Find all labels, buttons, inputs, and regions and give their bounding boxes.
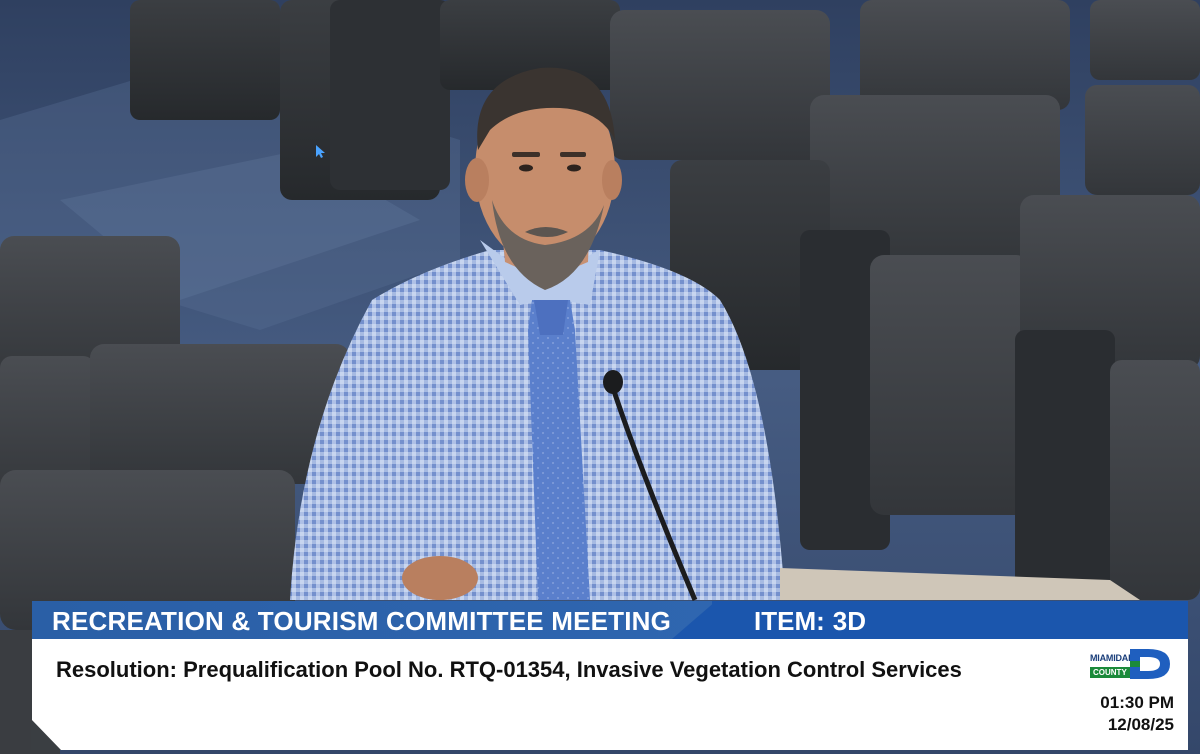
- speaker-hand: [402, 556, 478, 600]
- logo-d-icon: [1130, 649, 1170, 679]
- lower-third-banner: RECREATION & TOURISM COMMITTEE MEETING I…: [31, 601, 1188, 750]
- broadcast-time: 01:30 PM: [1100, 693, 1174, 712]
- broadcast-date: 12/08/25: [1107, 715, 1174, 734]
- item-label: ITEM:: [754, 606, 825, 636]
- committee-title: RECREATION & TOURISM COMMITTEE MEETING: [52, 606, 672, 636]
- item-value: 3D: [832, 606, 867, 636]
- resolution-text: Resolution: Prequalification Pool No. RT…: [56, 657, 962, 682]
- miami-dade-logo: MIAMIDADE COUNTY: [1090, 647, 1174, 687]
- logo-word-county: COUNTY: [1090, 667, 1130, 678]
- banner-body: Resolution: Prequalification Pool No. RT…: [31, 639, 1188, 750]
- banner-header: RECREATION & TOURISM COMMITTEE MEETING I…: [32, 601, 1188, 639]
- agenda-item: ITEM: 3D: [754, 606, 874, 637]
- video-frame: RECREATION & TOURISM COMMITTEE MEETING I…: [0, 0, 1200, 754]
